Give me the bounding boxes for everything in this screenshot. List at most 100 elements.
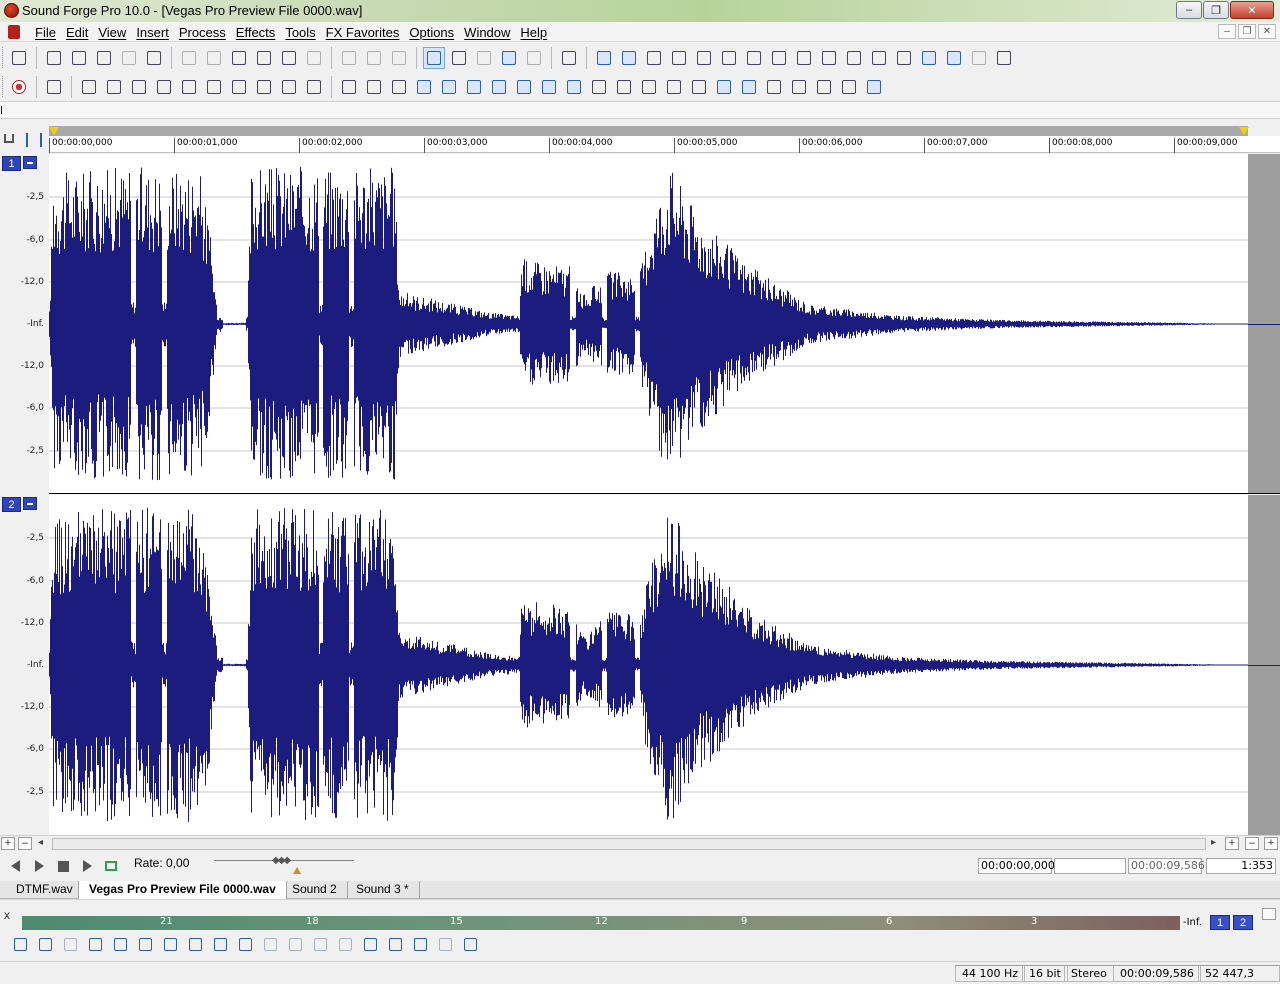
end-marker-icon[interactable] [1239, 127, 1249, 135]
stop-icon[interactable] [54, 858, 72, 874]
waveform-channel-2[interactable] [49, 495, 1248, 835]
menu-view[interactable]: View [93, 25, 131, 40]
fx-tool-icon-4[interactable] [413, 76, 435, 98]
snap-icon[interactable] [26, 133, 42, 147]
play-icon[interactable] [103, 76, 125, 98]
fx-icon-1[interactable] [10, 934, 30, 954]
new-file-icon[interactable] [8, 47, 30, 69]
fx-tool-icon-9[interactable] [538, 76, 560, 98]
fx-tool-icon-3[interactable] [388, 76, 410, 98]
fx-icon-5[interactable] [110, 934, 130, 954]
fx-tool-icon-8[interactable] [513, 76, 535, 98]
process-tool-icon-10[interactable] [818, 47, 840, 69]
menu-edit[interactable]: Edit [61, 25, 93, 40]
record-icon[interactable] [8, 76, 30, 98]
doc-close-button[interactable]: ✕ [1258, 24, 1276, 39]
go-to-start-icon[interactable] [178, 76, 200, 98]
rate-slider-knob-icon[interactable]: ◆◆◆ [272, 855, 291, 866]
paste-special-icon[interactable] [253, 47, 275, 69]
trim-crop-icon[interactable] [303, 47, 325, 69]
fx-icon-8[interactable] [185, 934, 205, 954]
menu-file[interactable]: File [30, 25, 61, 40]
fx-icon-15[interactable] [360, 934, 380, 954]
scroll-left-arrow-icon[interactable]: ◂ [38, 837, 43, 848]
time-zoom-in-button[interactable]: + [1225, 837, 1239, 850]
waveform-2[interactable] [49, 495, 1248, 835]
pencil-tool-icon[interactable] [473, 47, 495, 69]
status-channels[interactable]: Stereo [1064, 965, 1114, 982]
go-to-start-icon[interactable] [6, 858, 24, 874]
fx-icon-9[interactable] [210, 934, 230, 954]
process-tool-icon-7[interactable] [743, 47, 765, 69]
process-tool-icon-12[interactable] [868, 47, 890, 69]
save-icon[interactable] [68, 47, 90, 69]
play-looped-icon[interactable] [102, 858, 120, 874]
fx-tool-icon-2[interactable] [363, 76, 385, 98]
process-tool-icon-6[interactable] [718, 47, 740, 69]
menu-options[interactable]: Options [404, 25, 459, 40]
menu-process[interactable]: Process [174, 25, 231, 40]
fx-tool-icon-11[interactable] [588, 76, 610, 98]
fx-icon-19[interactable] [460, 934, 480, 954]
fx-icon-12[interactable] [285, 934, 305, 954]
scroll-track[interactable] [52, 838, 1206, 850]
fx-tool-icon-1[interactable] [338, 76, 360, 98]
menu-insert[interactable]: Insert [131, 25, 174, 40]
selection-start-field[interactable] [1054, 858, 1126, 874]
fx-icon-3[interactable] [60, 934, 80, 954]
waveform-channel-1[interactable] [49, 154, 1248, 494]
tab-vegas-preview[interactable]: Vegas Pro Preview File 0000.wav [78, 881, 287, 899]
redo-icon[interactable] [363, 47, 385, 69]
zoom-ratio-field[interactable]: 1:353 [1206, 858, 1276, 874]
doc-restore-button[interactable]: ❐ [1238, 24, 1256, 39]
process-tool-icon-2[interactable] [618, 47, 640, 69]
overview-bar[interactable] [0, 101, 1280, 119]
selection-bar[interactable] [49, 126, 1249, 136]
envelope-tool-icon[interactable] [523, 47, 545, 69]
fx-icon-6[interactable] [135, 934, 155, 954]
process-tool-icon-4[interactable] [668, 47, 690, 69]
fx-tool-icon-21[interactable] [838, 76, 860, 98]
document-icon[interactable] [8, 25, 20, 39]
process-tool-icon-1[interactable] [593, 47, 615, 69]
cursor-position-field[interactable]: 00:00:00,000 [978, 858, 1055, 874]
find-icon[interactable] [558, 47, 580, 69]
app-icon[interactable] [4, 3, 19, 18]
stop-icon[interactable] [153, 76, 175, 98]
scroll-right-arrow-icon[interactable]: ▸ [1211, 837, 1216, 848]
selection-end-field[interactable]: 00:00:09,586 [1128, 858, 1205, 874]
cut-icon[interactable] [178, 47, 200, 69]
fx-tool-icon-10[interactable] [563, 76, 585, 98]
zoom-out-button[interactable]: – [18, 837, 32, 850]
repeat-icon[interactable] [388, 47, 410, 69]
fx-tool-icon-17[interactable] [738, 76, 760, 98]
process-tool-icon-14[interactable] [918, 47, 940, 69]
process-tool-icon-13[interactable] [893, 47, 915, 69]
channel-1-minimize-icon[interactable] [23, 156, 37, 169]
channel-1-badge[interactable]: 1 [2, 156, 21, 171]
pause-icon[interactable] [128, 76, 150, 98]
waveform-1[interactable] [49, 154, 1248, 494]
fx-tool-icon-22[interactable] [863, 76, 885, 98]
go-to-end-icon[interactable] [303, 76, 325, 98]
menu-effects[interactable]: Effects [231, 25, 281, 40]
fx-tool-icon-13[interactable] [638, 76, 660, 98]
toolbar-grip[interactable] [2, 47, 5, 68]
fx-tool-icon-5[interactable] [438, 76, 460, 98]
meters-scroll-icon[interactable] [1262, 908, 1276, 920]
fast-forward-icon[interactable] [253, 76, 275, 98]
tab-dtmf[interactable]: DTMF.wav [6, 881, 84, 899]
fx-icon-16[interactable] [385, 934, 405, 954]
process-tool-icon-15[interactable] [943, 47, 965, 69]
play-all-icon[interactable] [78, 76, 100, 98]
process-tool-icon-3[interactable] [643, 47, 665, 69]
channel-2-badge[interactable]: 2 [2, 497, 21, 512]
fx-tool-icon-14[interactable] [663, 76, 685, 98]
fx-tool-icon-20[interactable] [813, 76, 835, 98]
time-zoom-in-button-2[interactable]: + [1264, 837, 1278, 850]
fx-tool-icon-19[interactable] [788, 76, 810, 98]
edit-tool-icon[interactable] [423, 47, 445, 69]
process-tool-icon-5[interactable] [693, 47, 715, 69]
status-sample-rate[interactable]: 44 100 Hz [955, 965, 1026, 982]
fx-icon-11[interactable] [260, 934, 280, 954]
